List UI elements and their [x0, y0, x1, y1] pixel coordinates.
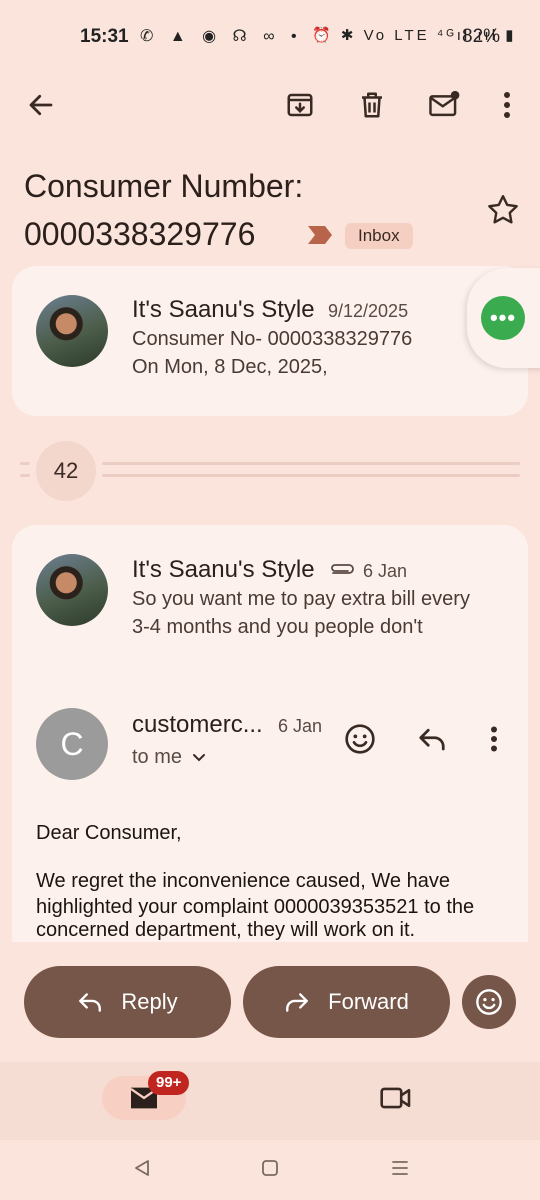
more-vert-icon [491, 726, 497, 752]
sender-avatar[interactable]: C [36, 708, 108, 780]
message-snippet: So you want me to pay extra bill every [132, 588, 470, 610]
collapsed-messages-count[interactable]: 42 [36, 441, 96, 501]
chevron-down-icon [193, 753, 206, 761]
reply-icon-button[interactable] [412, 719, 452, 759]
delete-button[interactable] [350, 83, 394, 127]
message-snippet: 3-4 months and you people don't [132, 616, 423, 638]
smiley-icon [476, 989, 502, 1015]
collapsed-divider [102, 474, 520, 477]
video-camera-icon [380, 1087, 411, 1109]
menu-lines-icon [392, 1161, 408, 1175]
system-recents-button[interactable] [386, 1154, 414, 1182]
unread-count-badge: 99+ [148, 1071, 190, 1095]
reply-label: Reply [121, 989, 178, 1014]
subject-title-number: 0000338329776 [24, 216, 256, 252]
back-button[interactable] [19, 83, 63, 127]
square-home-icon [262, 1160, 278, 1176]
message-date: 6 Jan [278, 716, 323, 736]
subject-title: Consumer Number: [24, 168, 304, 204]
message-snippet: On Mon, 8 Dec, 2025, [132, 356, 328, 378]
message-body-line: We regret the inconvenience caused, We h… [36, 870, 450, 892]
mail-unread-icon [429, 90, 460, 117]
star-button[interactable] [485, 192, 521, 228]
message-body-line: highlighted your complaint 0000039353521… [36, 896, 475, 918]
bottom-navigation [0, 1062, 540, 1140]
message-snippet: Consumer No- 0000338329776 [132, 328, 413, 350]
importance-marker-icon[interactable] [306, 224, 334, 246]
sender-name: It's Saanu's Style [132, 556, 315, 583]
collapsed-divider [102, 462, 520, 465]
triangle-back-icon [135, 1160, 149, 1176]
notification-icons: ✆ ▲ ◉ ☊ ∞ • [140, 28, 303, 45]
reply-icon [419, 728, 445, 751]
recipient-details-toggle[interactable]: to me [132, 746, 206, 769]
sender-avatar[interactable] [36, 295, 108, 367]
forward-icon [286, 993, 309, 1012]
chat-bubble-icon[interactable]: ••• [481, 296, 525, 340]
message-date: 9/12/2025 [328, 301, 409, 321]
emoji-react-button[interactable] [462, 975, 516, 1029]
recipient-label: to me [132, 746, 183, 768]
arrow-back-icon [29, 94, 53, 116]
system-back-button[interactable] [128, 1154, 156, 1182]
more-vert-icon [504, 92, 510, 118]
reply-button[interactable]: Reply [24, 966, 231, 1038]
message-body-line: concerned department, they will work on … [36, 919, 416, 941]
collapsed-divider [20, 462, 30, 465]
sender-avatar[interactable] [36, 554, 108, 626]
reply-icon [79, 993, 102, 1012]
collapsed-divider [20, 474, 30, 477]
more-options-button[interactable] [485, 83, 529, 127]
battery-level: 82% [462, 26, 501, 47]
attachment-icon [331, 564, 354, 574]
status-time: 15:31 [80, 26, 129, 47]
mark-unread-button[interactable] [422, 83, 466, 127]
message-date: 6 Jan [363, 561, 408, 581]
system-home-button[interactable] [256, 1154, 284, 1182]
react-emoji-button[interactable] [340, 719, 380, 759]
sender-name: customerc... [132, 711, 263, 738]
message-body-line: Dear Consumer, [36, 822, 182, 844]
status-bar: 15:31 ✆ ▲ ◉ ☊ ∞ • ⏰ ✱ Vo LTE ⁴ᴳıl ııl ▮ … [0, 0, 540, 72]
forward-label: Forward [328, 989, 409, 1014]
star-icon [488, 195, 518, 224]
sender-name: It's Saanu's Style [132, 296, 315, 323]
inbox-label-chip[interactable]: Inbox [345, 223, 413, 249]
forward-button[interactable]: Forward [243, 966, 450, 1038]
smiley-icon [345, 724, 375, 754]
message-more-button[interactable] [478, 719, 510, 759]
archive-button[interactable] [278, 83, 322, 127]
archive-icon [287, 93, 313, 117]
trash-icon [362, 92, 382, 118]
nav-meet-tab[interactable] [376, 1082, 416, 1114]
